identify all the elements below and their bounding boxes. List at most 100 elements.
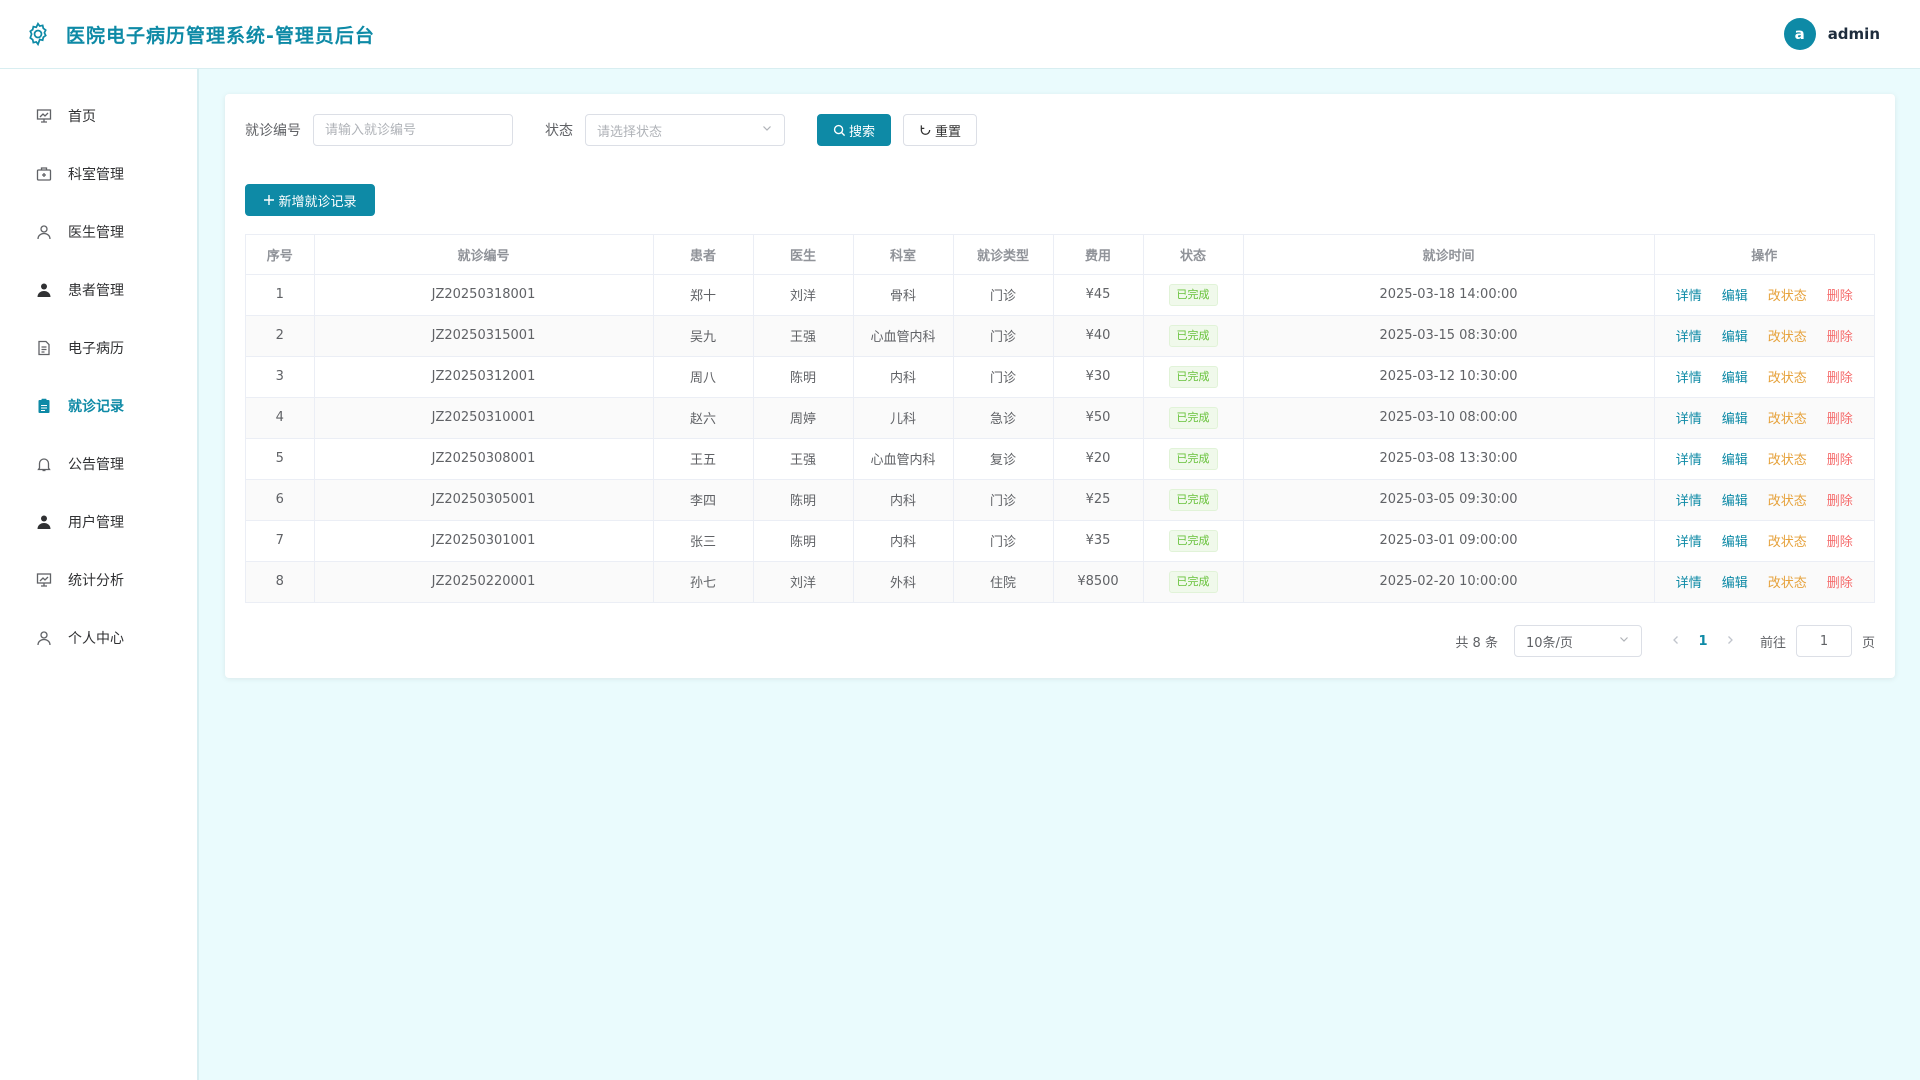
delete-link[interactable]: 删除 <box>1827 449 1853 468</box>
sidebar-item-statistics[interactable]: 统计分析 <box>0 551 197 609</box>
cell-time: 2025-03-15 08:30:00 <box>1243 315 1655 357</box>
change-status-link[interactable]: 改状态 <box>1768 449 1807 468</box>
cell-time: 2025-03-05 09:30:00 <box>1243 479 1655 521</box>
cell-fee: ¥20 <box>1053 438 1144 480</box>
detail-link[interactable]: 详情 <box>1676 572 1702 591</box>
status-label: 状态 <box>545 123 573 139</box>
page-number[interactable]: 1 <box>1688 634 1718 649</box>
edit-link[interactable]: 编辑 <box>1722 490 1748 509</box>
edit-link[interactable]: 编辑 <box>1722 285 1748 304</box>
status-badge: 已完成 <box>1168 570 1218 593</box>
user-menu[interactable]: a admin <box>1783 18 1880 50</box>
cell-patient: 周八 <box>653 356 754 398</box>
delete-link[interactable]: 删除 <box>1827 367 1853 386</box>
edit-link[interactable]: 编辑 <box>1722 326 1748 345</box>
document-icon <box>35 339 53 357</box>
row-actions: 详情 编辑 改状态 删除 <box>1655 490 1875 509</box>
detail-link[interactable]: 详情 <box>1676 490 1702 509</box>
sidebar-item-medical-records[interactable]: 电子病历 <box>0 319 197 377</box>
cell-time: 2025-03-10 08:00:00 <box>1243 397 1655 439</box>
cell-doctor: 刘洋 <box>753 274 854 316</box>
chevron-down-icon <box>761 122 773 138</box>
page-size-select[interactable]: 10条/页 <box>1513 625 1642 657</box>
next-page-icon[interactable] <box>1718 634 1742 649</box>
edit-link[interactable]: 编辑 <box>1722 572 1748 591</box>
detail-link[interactable]: 详情 <box>1676 531 1702 550</box>
detail-link[interactable]: 详情 <box>1676 326 1702 345</box>
cell-visit-no: JZ20250312001 <box>314 356 654 398</box>
sidebar-item-doctors[interactable]: 医生管理 <box>0 203 197 261</box>
cell-time: 2025-03-18 14:00:00 <box>1243 274 1655 316</box>
cell-time: 2025-02-20 10:00:00 <box>1243 561 1655 602</box>
delete-link[interactable]: 删除 <box>1827 408 1853 427</box>
cell-visit-no: JZ20250308001 <box>314 438 654 480</box>
status-select-placeholder: 请选择状态 <box>597 124 663 140</box>
cell-visit-no: JZ20250315001 <box>314 315 654 357</box>
sidebar-item-departments[interactable]: 科室管理 <box>0 145 197 203</box>
detail-link[interactable]: 详情 <box>1676 367 1702 386</box>
detail-link[interactable]: 详情 <box>1676 408 1702 427</box>
delete-link[interactable]: 删除 <box>1827 572 1853 591</box>
username[interactable]: admin <box>1828 25 1880 43</box>
column-header: 就诊编号 <box>314 235 654 275</box>
page-unit-label: 页 <box>1861 635 1875 651</box>
detail-link[interactable]: 详情 <box>1676 285 1702 304</box>
cell-type: 门诊 <box>953 315 1054 357</box>
edit-link[interactable]: 编辑 <box>1722 449 1748 468</box>
delete-link[interactable]: 删除 <box>1827 285 1853 304</box>
cell-type: 急诊 <box>953 397 1054 439</box>
change-status-link[interactable]: 改状态 <box>1768 326 1807 345</box>
column-header: 患者 <box>653 235 754 275</box>
column-header: 科室 <box>853 235 954 275</box>
sidebar-item-profile[interactable]: 个人中心 <box>0 609 197 667</box>
bell-icon <box>35 455 53 473</box>
sidebar-item-home[interactable]: 首页 <box>0 87 197 145</box>
prev-page-icon[interactable] <box>1664 634 1688 649</box>
cell-actions: 详情 编辑 改状态 删除 <box>1654 438 1874 480</box>
change-status-link[interactable]: 改状态 <box>1768 572 1807 591</box>
delete-link[interactable]: 删除 <box>1827 326 1853 345</box>
cell-patient: 孙七 <box>653 561 754 602</box>
visit-no-input[interactable] <box>313 114 513 146</box>
add-visit-record-button[interactable]: 新增就诊记录 <box>245 184 375 216</box>
cell-time: 2025-03-01 09:00:00 <box>1243 520 1655 562</box>
change-status-link[interactable]: 改状态 <box>1768 367 1807 386</box>
sidebar-item-label: 用户管理 <box>68 515 124 531</box>
change-status-link[interactable]: 改状态 <box>1768 285 1807 304</box>
sidebar-item-visit-records[interactable]: 就诊记录 <box>0 377 197 435</box>
cell-patient: 李四 <box>653 479 754 521</box>
search-button-label: 搜索 <box>848 124 875 140</box>
edit-link[interactable]: 编辑 <box>1722 531 1748 550</box>
edit-link[interactable]: 编辑 <box>1722 367 1748 386</box>
sidebar-item-label: 个人中心 <box>68 631 124 647</box>
change-status-link[interactable]: 改状态 <box>1768 490 1807 509</box>
sidebar-item-announcements[interactable]: 公告管理 <box>0 435 197 493</box>
cell-department: 骨科 <box>853 274 954 316</box>
status-badge: 已完成 <box>1168 529 1218 552</box>
cell-status: 已完成 <box>1143 356 1244 398</box>
detail-link[interactable]: 详情 <box>1676 449 1702 468</box>
cell-time: 2025-03-08 13:30:00 <box>1243 438 1655 480</box>
sidebar-item-users[interactable]: 用户管理 <box>0 493 197 551</box>
status-select[interactable]: 请选择状态 <box>585 114 785 146</box>
goto-page-input[interactable] <box>1795 625 1852 657</box>
column-header: 操作 <box>1654 235 1874 275</box>
avatar[interactable]: a <box>1783 18 1816 50</box>
change-status-link[interactable]: 改状态 <box>1768 531 1807 550</box>
top-header: 医院电子病历管理系统-管理员后台 a admin <box>0 0 1920 69</box>
change-status-link[interactable]: 改状态 <box>1768 408 1807 427</box>
cell-status: 已完成 <box>1143 561 1244 602</box>
cell-visit-no: JZ20250305001 <box>314 479 654 521</box>
cell-department: 心血管内科 <box>853 315 954 357</box>
reset-button[interactable]: 重置 <box>903 114 977 146</box>
sidebar-item-patients[interactable]: 患者管理 <box>0 261 197 319</box>
status-badge: 已完成 <box>1168 406 1218 429</box>
table-header-row: 序号 就诊编号 患者 医生 科室 就诊类型 费用 状态 就诊时间 操作 <box>246 235 1874 275</box>
delete-link[interactable]: 删除 <box>1827 531 1853 550</box>
edit-link[interactable]: 编辑 <box>1722 408 1748 427</box>
column-header: 就诊类型 <box>953 235 1054 275</box>
delete-link[interactable]: 删除 <box>1827 490 1853 509</box>
table-row: 8 JZ20250220001 孙七 刘洋 外科 住院 ¥8500 已完成 2025-02-20… <box>246 561 1874 602</box>
search-button[interactable]: 搜索 <box>817 114 891 146</box>
cell-visit-no: JZ20250301001 <box>314 520 654 562</box>
